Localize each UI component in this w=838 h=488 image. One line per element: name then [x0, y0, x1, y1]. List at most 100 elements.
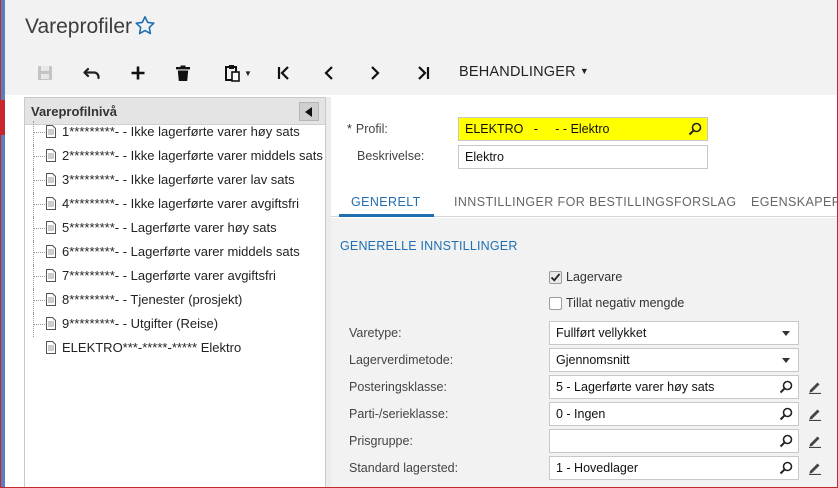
tree-item-label: 8*********- - Tjenester (prosjekt) — [62, 292, 243, 307]
caret-down-icon: ▼ — [579, 66, 589, 76]
tree-item[interactable]: 9*********- - Utgifter (Reise) — [29, 313, 325, 337]
parti-serieklasse-value: 0 - Ingen — [556, 407, 606, 421]
parti-serieklasse-field[interactable]: 0 - Ingen — [549, 402, 799, 426]
profile-form-panel: * Profil: ELEKTRO - - - Elektro Beskrivel… — [331, 97, 838, 488]
page-title: Vareprofiler — [25, 15, 132, 38]
title-bar: Vareprofiler — [5, 0, 838, 50]
tree-item-selected[interactable]: ELEKTRO***-*****-***** Elektro — [29, 337, 325, 359]
dropdown-arrow-icon — [782, 331, 790, 336]
posteringsklasse-value: 5 - Lagerførte varer høy sats — [556, 380, 715, 394]
document-icon — [46, 341, 56, 354]
last-record-button[interactable] — [409, 60, 437, 86]
star-icon[interactable] — [133, 14, 157, 38]
tree-item-label: 6*********- - Lagerførte varer middels s… — [62, 244, 300, 259]
tree-item[interactable]: 5*********- - Lagerførte varer høy sats — [29, 217, 325, 241]
collapse-panel-button[interactable] — [299, 102, 319, 121]
plus-icon — [131, 66, 145, 80]
required-star: * — [347, 122, 352, 136]
search-icon[interactable] — [688, 122, 702, 136]
tab-bar: GENERELT INNSTILLINGER FOR BESTILLINGSFO… — [331, 187, 838, 217]
tree-item[interactable]: 4*********- - Ikke lagerførte varer avgi… — [29, 193, 325, 217]
actions-menu-label: BEHANDLINGER — [459, 64, 576, 80]
tree-item-label: 9*********- - Utgifter (Reise) — [62, 316, 219, 331]
first-record-button[interactable] — [270, 60, 298, 86]
tree-item-label: 3*********- - Ikke lagerførte varer lav … — [62, 172, 295, 187]
save-icon — [38, 66, 52, 80]
tree-item-label: 1*********- - Ikke lagerførte varer høy … — [62, 124, 300, 139]
search-icon[interactable] — [779, 380, 793, 394]
lagerverdimetode-select[interactable]: Gjennomsnitt — [549, 348, 799, 372]
document-icon — [46, 125, 56, 138]
active-tab-indicator — [339, 214, 434, 217]
tree-header-label: Vareprofilnivå — [31, 104, 117, 119]
edit-pencil-icon[interactable] — [808, 434, 822, 448]
document-icon — [46, 293, 56, 306]
lagervare-checkbox[interactable] — [549, 271, 562, 284]
varetype-select[interactable]: Fullført vellykket — [549, 321, 799, 345]
prisgruppe-field[interactable] — [549, 429, 799, 453]
tree-item[interactable]: 7*********- - Lagerførte varer avgiftsfr… — [29, 265, 325, 289]
standard-lagersted-label: Standard lagersted: — [349, 461, 459, 475]
edit-pencil-icon[interactable] — [808, 461, 822, 475]
beskrivelse-value: Elektro — [465, 150, 504, 164]
document-icon — [46, 197, 56, 210]
tree-item[interactable]: 8*********- - Tjenester (prosjekt) — [29, 289, 325, 313]
delete-button[interactable] — [169, 60, 197, 86]
tree-item[interactable]: 2*********- - Ikke lagerførte varer midd… — [29, 145, 325, 169]
triangle-left-icon — [305, 106, 312, 117]
prev-icon — [324, 66, 333, 80]
edit-pencil-icon[interactable] — [808, 407, 822, 421]
profil-value: ELEKTRO - - - Elektro — [465, 122, 610, 136]
beskrivelse-label: Beskrivelse: — [357, 149, 425, 163]
undo-icon — [83, 67, 100, 80]
tree-item[interactable]: 1*********- - Ikke lagerførte varer høy … — [29, 121, 325, 145]
tree-item-label: 2*********- - Ikke lagerførte varer midd… — [62, 148, 323, 163]
first-icon — [277, 66, 289, 80]
profil-field[interactable]: ELEKTRO - - - Elektro — [458, 117, 708, 141]
standard-lagersted-value: 1 - Hovedlager — [556, 461, 638, 475]
next-record-button[interactable] — [361, 60, 389, 86]
tree-item-label: 5*********- - Lagerførte varer høy sats — [62, 220, 277, 235]
tree-item-label: ELEKTRO***-*****-***** Elektro — [62, 340, 242, 355]
add-button[interactable] — [124, 60, 152, 86]
profil-label: * Profil: — [347, 122, 388, 136]
form-header: * Profil: ELEKTRO - - - Elektro Beskrivel… — [331, 97, 838, 183]
posteringsklasse-field[interactable]: 5 - Lagerførte varer høy sats — [549, 375, 799, 399]
document-icon — [46, 221, 56, 234]
document-icon — [46, 245, 56, 258]
last-icon — [418, 66, 430, 80]
save-button[interactable] — [31, 60, 59, 86]
checkmark-icon — [550, 273, 561, 282]
actions-menu-button[interactable]: BEHANDLINGER ▼ — [459, 64, 589, 80]
tree-item-label: 4*********- - Ikke lagerførte varer avgi… — [62, 196, 299, 211]
search-icon[interactable] — [779, 461, 793, 475]
search-icon[interactable] — [779, 407, 793, 421]
search-icon[interactable] — [779, 434, 793, 448]
section-title: GENERELLE INNSTILLINGER — [340, 239, 518, 253]
undo-button[interactable] — [78, 60, 106, 86]
tree-item[interactable]: 3*********- - Ikke lagerførte varer lav … — [29, 169, 325, 193]
next-icon — [371, 66, 380, 80]
tab-innstillinger-bestillingsforslag[interactable]: INNSTILLINGER FOR BESTILLINGSFORSLAG — [454, 195, 737, 209]
document-icon — [46, 149, 56, 162]
tab-egenskaper[interactable]: EGENSKAPER — [751, 195, 838, 209]
standard-lagersted-field[interactable]: 1 - Hovedlager — [549, 456, 799, 480]
chevron-down-icon: ▼ — [244, 68, 252, 78]
tillat-negativ-mengde-checkbox[interactable] — [549, 297, 562, 310]
tab-generelt[interactable]: GENERELT — [351, 195, 421, 209]
document-icon — [46, 173, 56, 186]
clipboard-icon — [225, 65, 240, 82]
beskrivelse-field[interactable]: Elektro — [458, 145, 708, 169]
tree-item-label: 7*********- - Lagerførte varer avgiftsfr… — [62, 268, 276, 283]
tree-item[interactable]: 6*********- - Lagerførte varer middels s… — [29, 241, 325, 265]
tillat-negativ-mengde-label: Tillat negativ mengde — [566, 296, 685, 310]
copy-paste-button[interactable]: ▼ — [217, 60, 259, 86]
varetype-label: Varetype: — [349, 326, 402, 340]
lagervare-label: Lagervare — [566, 270, 623, 284]
posteringsklasse-label: Posteringsklasse: — [349, 380, 447, 394]
trash-icon — [176, 65, 190, 81]
previous-record-button[interactable] — [315, 60, 343, 86]
edit-pencil-icon[interactable] — [808, 380, 822, 394]
general-settings-section: GENERELLE INNSTILLINGER Lagervare Tillat… — [331, 218, 838, 488]
lagerverdimetode-value: Gjennomsnitt — [556, 353, 630, 367]
